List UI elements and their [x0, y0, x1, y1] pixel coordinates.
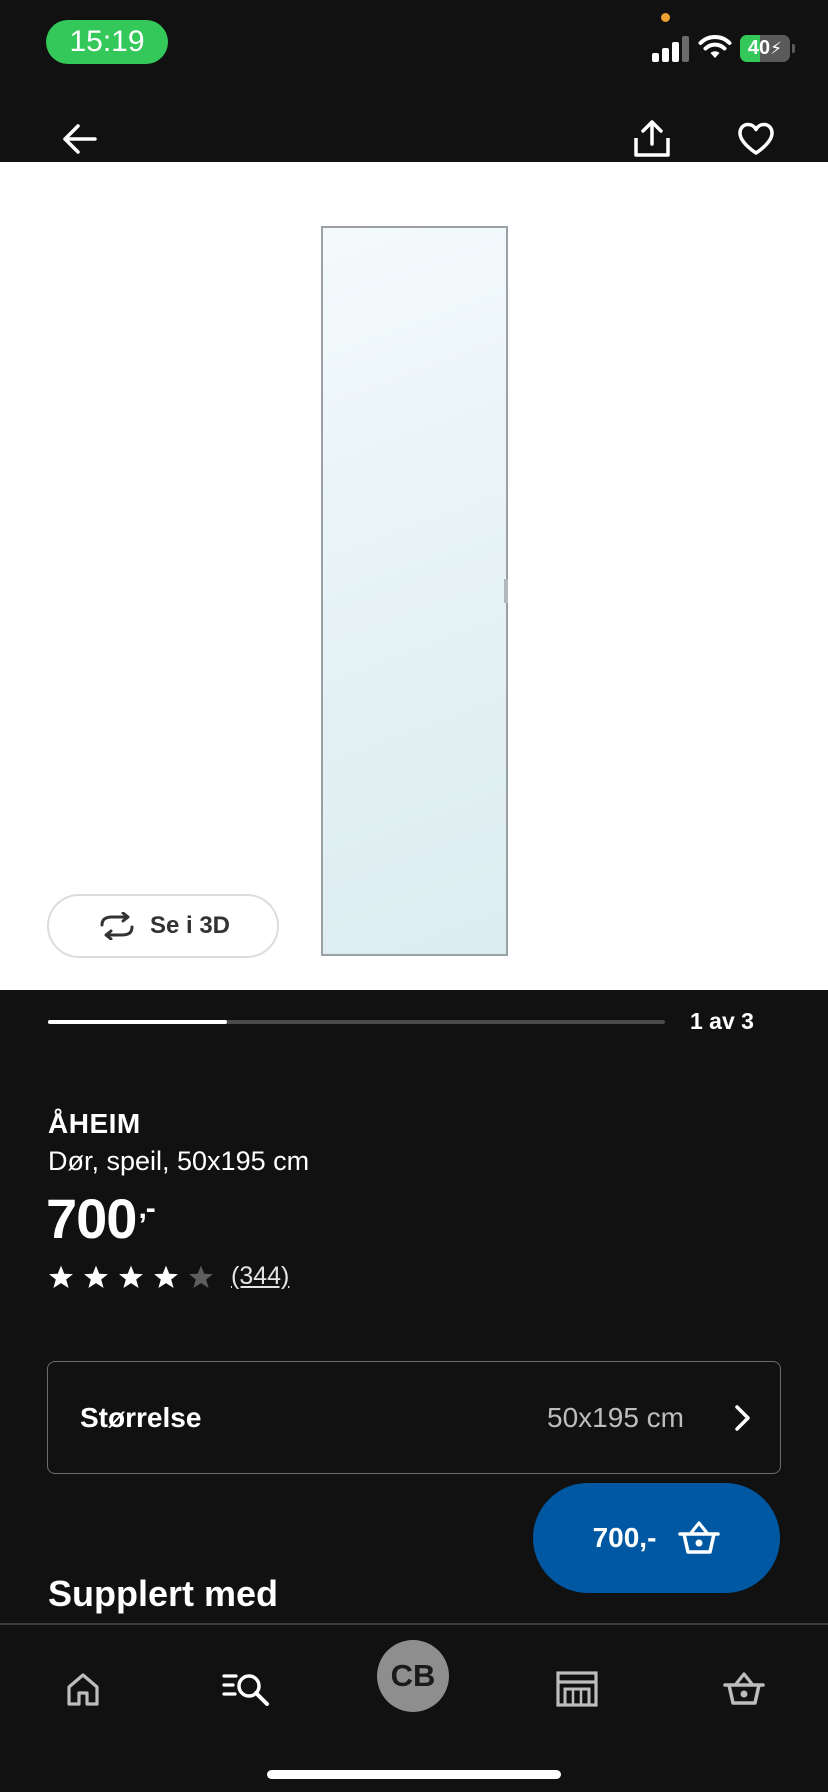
complementary-products-heading: Supplert med [48, 1573, 279, 1614]
battery-cap [792, 44, 795, 53]
home-indicator [267, 1770, 561, 1779]
tab-stores[interactable] [541, 1653, 613, 1725]
product-image-mirror-door [321, 226, 508, 956]
basket-icon [678, 1521, 721, 1554]
wifi-icon [698, 35, 732, 58]
top-navigation-bar [0, 90, 828, 162]
add-to-cart-price: 700,- [592, 1522, 657, 1553]
battery-icon: 40⚡ [740, 35, 790, 62]
add-to-cart-button[interactable]: 700,- [533, 1483, 780, 1593]
star-empty-icon [189, 1265, 213, 1288]
price-amount: 700 [46, 1187, 137, 1250]
tab-basket[interactable] [708, 1653, 780, 1725]
product-price: 700,- [46, 1186, 156, 1251]
search-icon [222, 1674, 269, 1706]
review-count-link[interactable]: (344) [231, 1262, 289, 1291]
size-label: Størrelse [80, 1402, 202, 1433]
product-rating[interactable]: (344) [48, 1262, 289, 1291]
size-value: 50x195 cm [547, 1402, 684, 1433]
tab-search[interactable] [211, 1653, 283, 1725]
chevron-right-icon [735, 1405, 750, 1431]
gallery-progress-bar [48, 1020, 665, 1024]
arrow-left-icon [63, 124, 97, 154]
basket-icon [723, 1672, 765, 1705]
mirror-edge-detail [504, 579, 508, 603]
product-description: Dør, speil, 50x195 cm [48, 1146, 310, 1176]
product-name: ÅHEIM [48, 1108, 141, 1139]
star-icon [154, 1265, 178, 1288]
view-in-3d-label: Se i 3D [149, 912, 231, 939]
profile-avatar[interactable]: CB [377, 1640, 449, 1712]
gallery-progress-fill [48, 1020, 227, 1024]
star-icon [49, 1265, 73, 1288]
view-in-3d-button[interactable]: Se i 3D [47, 894, 279, 958]
status-bar: 15:19 40⚡ [0, 0, 828, 90]
price-suffix: ,- [138, 1192, 155, 1225]
home-icon [67, 1673, 99, 1706]
gallery-pager-label: 1 av 3 [690, 1008, 754, 1034]
size-selector[interactable]: Størrelse 50x195 cm [47, 1361, 781, 1474]
privacy-indicator-dot [661, 13, 670, 22]
heart-icon [738, 122, 774, 155]
star-icon [84, 1265, 108, 1288]
tab-home[interactable] [47, 1653, 119, 1725]
battery-level: 40 [747, 37, 771, 59]
status-time: 15:19 [46, 20, 168, 64]
cellular-signal-icon [652, 36, 690, 62]
bottom-tab-bar: CB [0, 1625, 828, 1792]
rotate-3d-icon [100, 912, 134, 940]
star-icon [119, 1265, 143, 1288]
product-image-gallery[interactable]: Se i 3D [0, 162, 828, 990]
share-icon [634, 120, 670, 157]
store-icon [556, 1671, 598, 1707]
